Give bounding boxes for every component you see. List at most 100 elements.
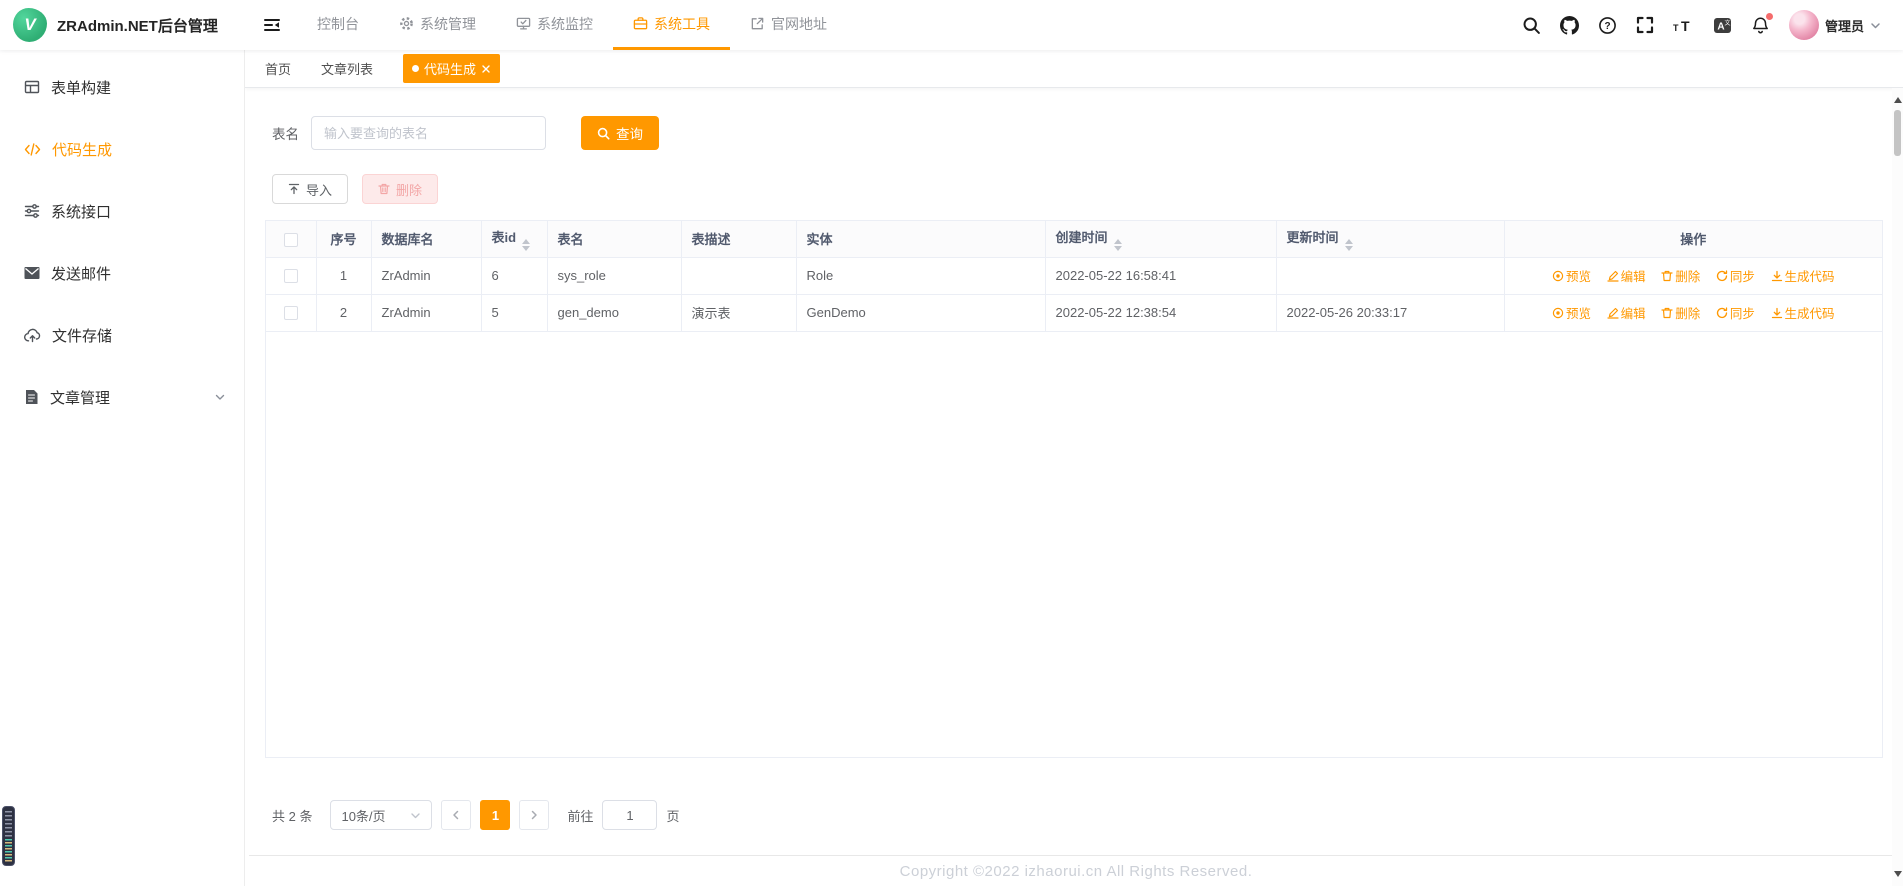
import-button[interactable]: 导入: [272, 174, 349, 204]
chevron-down-icon: [410, 810, 421, 821]
page-number-button[interactable]: 1: [480, 800, 511, 830]
external-link-icon: [750, 16, 765, 31]
generate-code-action[interactable]: 生成代码: [1771, 266, 1835, 285]
data-table-card: 序号 数据库名 表id 表名 表描述 实体 创建时间 更新时间 操作 1 ZrA…: [265, 220, 1883, 758]
row-checkbox[interactable]: [283, 269, 298, 284]
user-menu[interactable]: 管理员: [1788, 10, 1881, 40]
delete-button-label: 删除: [396, 182, 423, 198]
sidebar-item-system-api[interactable]: 系统接口: [0, 180, 244, 242]
sidebar-item-article-manage[interactable]: 文章管理: [0, 366, 244, 428]
form-builder-icon: [24, 79, 40, 95]
delete-button[interactable]: 删除: [362, 174, 439, 204]
sidebar-item-label: 表单构建: [51, 79, 112, 97]
font-size-icon[interactable]: TT: [1673, 17, 1694, 34]
notification-bell-icon[interactable]: [1751, 12, 1773, 35]
generate-code-action[interactable]: 生成代码: [1771, 303, 1835, 322]
cell-seq: 1: [316, 257, 372, 295]
query-button[interactable]: 查询: [581, 116, 659, 150]
delete-action[interactable]: 删除: [1661, 303, 1700, 322]
column-header-created[interactable]: 创建时间: [1045, 221, 1277, 258]
sync-action[interactable]: 同步: [1716, 266, 1755, 285]
tab-code-generation[interactable]: 代码生成: [403, 54, 501, 83]
edit-action[interactable]: 编辑: [1606, 303, 1646, 322]
cell-table-name: gen_demo: [547, 294, 682, 332]
nav-item-official-site[interactable]: 官网地址: [730, 0, 847, 50]
prev-page-button[interactable]: [441, 800, 472, 830]
sort-carets-icon[interactable]: [1113, 238, 1122, 251]
minimized-panel-widget[interactable]: [2, 806, 15, 866]
nav-item-label: 系统管理: [420, 15, 476, 32]
column-header-actions: 操作: [1504, 221, 1882, 258]
app-logo-area[interactable]: V ZRAdmin.NET后台管理: [0, 8, 245, 42]
query-button-label: 查询: [616, 127, 643, 142]
sort-carets-icon[interactable]: [522, 238, 531, 251]
app-title: ZRAdmin.NET后台管理: [57, 17, 218, 35]
table-name-input[interactable]: [311, 116, 546, 150]
gen-table: 序号 数据库名 表id 表名 表描述 实体 创建时间 更新时间 操作 1 ZrA…: [266, 221, 1882, 332]
help-icon[interactable]: ?: [1598, 16, 1617, 35]
column-header-seq: 序号: [316, 221, 372, 258]
row-checkbox[interactable]: [283, 306, 298, 321]
pagination: 共 2 条 10条/页 1 前往 页: [272, 800, 1903, 830]
preview-action[interactable]: 预览: [1552, 266, 1591, 285]
footer: Copyright ©2022 izhaorui.cn All Rights R…: [249, 855, 1903, 886]
sidebar-item-label: 代码生成: [52, 141, 113, 159]
table-header-row: 序号 数据库名 表id 表名 表描述 实体 创建时间 更新时间 操作: [266, 221, 1882, 258]
user-avatar: [1788, 10, 1819, 40]
table-row: 2 ZrAdmin 5 gen_demo 演示表 GenDemo 2022-05…: [266, 294, 1882, 332]
pagination-total: 共 2 条: [272, 808, 313, 824]
row-actions: 预览 编辑 删除 同步 生成代码: [1504, 294, 1882, 332]
delete-action[interactable]: 删除: [1661, 266, 1700, 285]
sidebar-item-label: 文件存储: [52, 327, 113, 345]
goto-label: 前往: [567, 808, 594, 824]
sidebar-item-code-generation[interactable]: 代码生成: [0, 118, 244, 180]
cell-updated: 2022-05-26 20:33:17: [1276, 294, 1505, 332]
mail-icon: [24, 266, 40, 280]
sidebar-item-file-storage[interactable]: 文件存储: [0, 304, 244, 366]
vertical-scrollbar[interactable]: [1892, 88, 1903, 886]
upload-icon: [288, 183, 300, 195]
page-size-select[interactable]: 10条/页: [330, 800, 433, 830]
fullscreen-icon[interactable]: [1636, 16, 1654, 34]
table-row: 1 ZrAdmin 6 sys_role Role 2022-05-22 16:…: [266, 257, 1882, 295]
tab-article-list[interactable]: 文章列表: [321, 59, 373, 78]
svg-text:T: T: [1681, 18, 1690, 34]
tab-close-icon[interactable]: [481, 64, 491, 74]
preview-action[interactable]: 预览: [1552, 303, 1591, 322]
row-actions: 预览 编辑 删除 同步 生成代码: [1504, 257, 1882, 295]
tab-home[interactable]: 首页: [265, 59, 291, 78]
sort-carets-icon[interactable]: [1344, 238, 1353, 251]
column-header-table-id[interactable]: 表id: [481, 221, 548, 258]
sidebar-item-form-builder[interactable]: 表单构建: [0, 56, 244, 118]
main-content: 表名 查询 导入 删除 序号 数据库名: [245, 88, 1903, 886]
nav-item-label: 控制台: [317, 15, 359, 32]
next-page-button[interactable]: [519, 800, 550, 830]
row-checkbox-cell: [266, 257, 317, 295]
nav-item-console[interactable]: 控制台: [297, 0, 379, 50]
scroll-up-arrow-icon[interactable]: [1893, 93, 1902, 103]
scroll-down-arrow-icon[interactable]: [1893, 871, 1902, 881]
monitor-icon: [516, 16, 531, 31]
edit-action[interactable]: 编辑: [1606, 266, 1646, 285]
svg-text:T: T: [1673, 23, 1679, 33]
sidebar-collapse-icon[interactable]: [245, 0, 297, 50]
sidebar-item-send-mail[interactable]: 发送邮件: [0, 242, 244, 304]
tab-active-dot-icon: [412, 65, 420, 72]
app-logo: V: [13, 8, 47, 42]
nav-item-label: 系统工具: [654, 15, 710, 32]
goto-page-input[interactable]: [602, 800, 658, 830]
scrollbar-thumb[interactable]: [1894, 110, 1901, 156]
sidebar-item-label: 发送邮件: [51, 265, 112, 283]
nav-item-system-monitor[interactable]: 系统监控: [496, 0, 613, 50]
search-icon[interactable]: [1522, 16, 1541, 35]
toolbox-icon: [633, 16, 648, 31]
nav-item-system-tools[interactable]: 系统工具: [613, 0, 730, 50]
column-header-updated[interactable]: 更新时间: [1276, 221, 1505, 258]
sync-action[interactable]: 同步: [1716, 303, 1755, 322]
chevron-down-icon: [1870, 20, 1881, 31]
nav-item-system-manage[interactable]: 系统管理: [379, 0, 496, 50]
column-header-table-name: 表名: [547, 221, 682, 258]
select-all-checkbox[interactable]: [283, 232, 298, 247]
github-icon[interactable]: [1559, 15, 1579, 35]
language-icon[interactable]: A文: [1713, 16, 1732, 35]
